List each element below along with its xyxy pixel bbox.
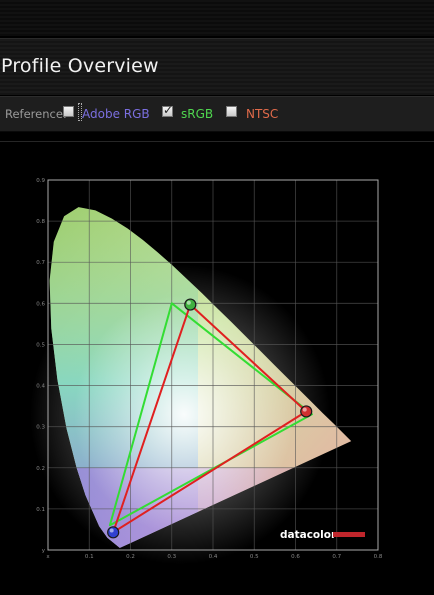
x-tick-label: 0.5 bbox=[250, 554, 259, 560]
srgb-label[interactable]: sRGB bbox=[181, 107, 213, 121]
page-title: Profile Overview bbox=[1, 55, 159, 77]
y-tick-label: 0.9 bbox=[36, 178, 45, 184]
x-tick-label: 0.7 bbox=[332, 554, 341, 560]
y-tick-label: y bbox=[42, 548, 46, 554]
x-tick-label: 0.4 bbox=[209, 554, 218, 560]
primary-marker bbox=[300, 405, 313, 418]
primary-marker bbox=[184, 298, 197, 311]
cie-chromaticity-chart: x 0.1 0.2 0.3 0.4 0.5 0.6 0.7 0.8 y 0.1 0.2 0.3 0.4 0… bbox=[30, 178, 383, 565]
y-tick-label: 0.2 bbox=[36, 466, 45, 472]
adobe-rgb-label[interactable]: Adobe RGB bbox=[82, 107, 150, 121]
y-tick-label: 0.7 bbox=[36, 260, 45, 266]
y-tick-label: 0.6 bbox=[36, 301, 45, 307]
x-tick-label: 0.2 bbox=[126, 554, 135, 560]
x-tick-label: 0.3 bbox=[167, 554, 176, 560]
primary-marker bbox=[107, 526, 120, 539]
chart-panel: x 0.1 0.2 0.3 0.4 0.5 0.6 0.7 0.8 y 0.1 0.2 0.3 0.4 0… bbox=[0, 141, 434, 591]
reference-bar: Reference: Adobe RGB sRGB NTSC bbox=[0, 96, 434, 132]
reference-label: Reference: bbox=[5, 107, 67, 121]
datacolor-wordmark: datacolor bbox=[280, 529, 337, 541]
y-tick-label: 0.3 bbox=[36, 425, 45, 431]
x-tick-label: x bbox=[46, 554, 50, 560]
primary-marker-highlight bbox=[186, 300, 191, 305]
adobe-rgb-checkbox[interactable] bbox=[63, 106, 74, 117]
primary-marker-highlight bbox=[109, 528, 114, 533]
x-tick-label: 0.1 bbox=[85, 554, 94, 560]
header-bar: Profile Overview bbox=[0, 38, 434, 95]
datacolor-logo: datacolor bbox=[280, 529, 365, 541]
window-top-strip bbox=[0, 0, 434, 36]
y-tick-label: 0.1 bbox=[36, 507, 45, 513]
ntsc-label[interactable]: NTSC bbox=[246, 107, 278, 121]
primary-marker-highlight bbox=[302, 407, 307, 412]
y-tick-label: 0.8 bbox=[36, 219, 45, 225]
y-tick-label: 0.5 bbox=[36, 342, 45, 348]
datacolor-bar bbox=[333, 532, 365, 537]
srgb-checkbox[interactable] bbox=[162, 103, 173, 117]
x-axis-ticks: x 0.1 0.2 0.3 0.4 0.5 0.6 0.7 0.8 bbox=[46, 554, 383, 560]
x-tick-label: 0.8 bbox=[374, 554, 383, 560]
ntsc-checkbox[interactable] bbox=[226, 106, 237, 117]
x-tick-label: 0.6 bbox=[291, 554, 300, 560]
y-tick-label: 0.4 bbox=[36, 384, 45, 390]
